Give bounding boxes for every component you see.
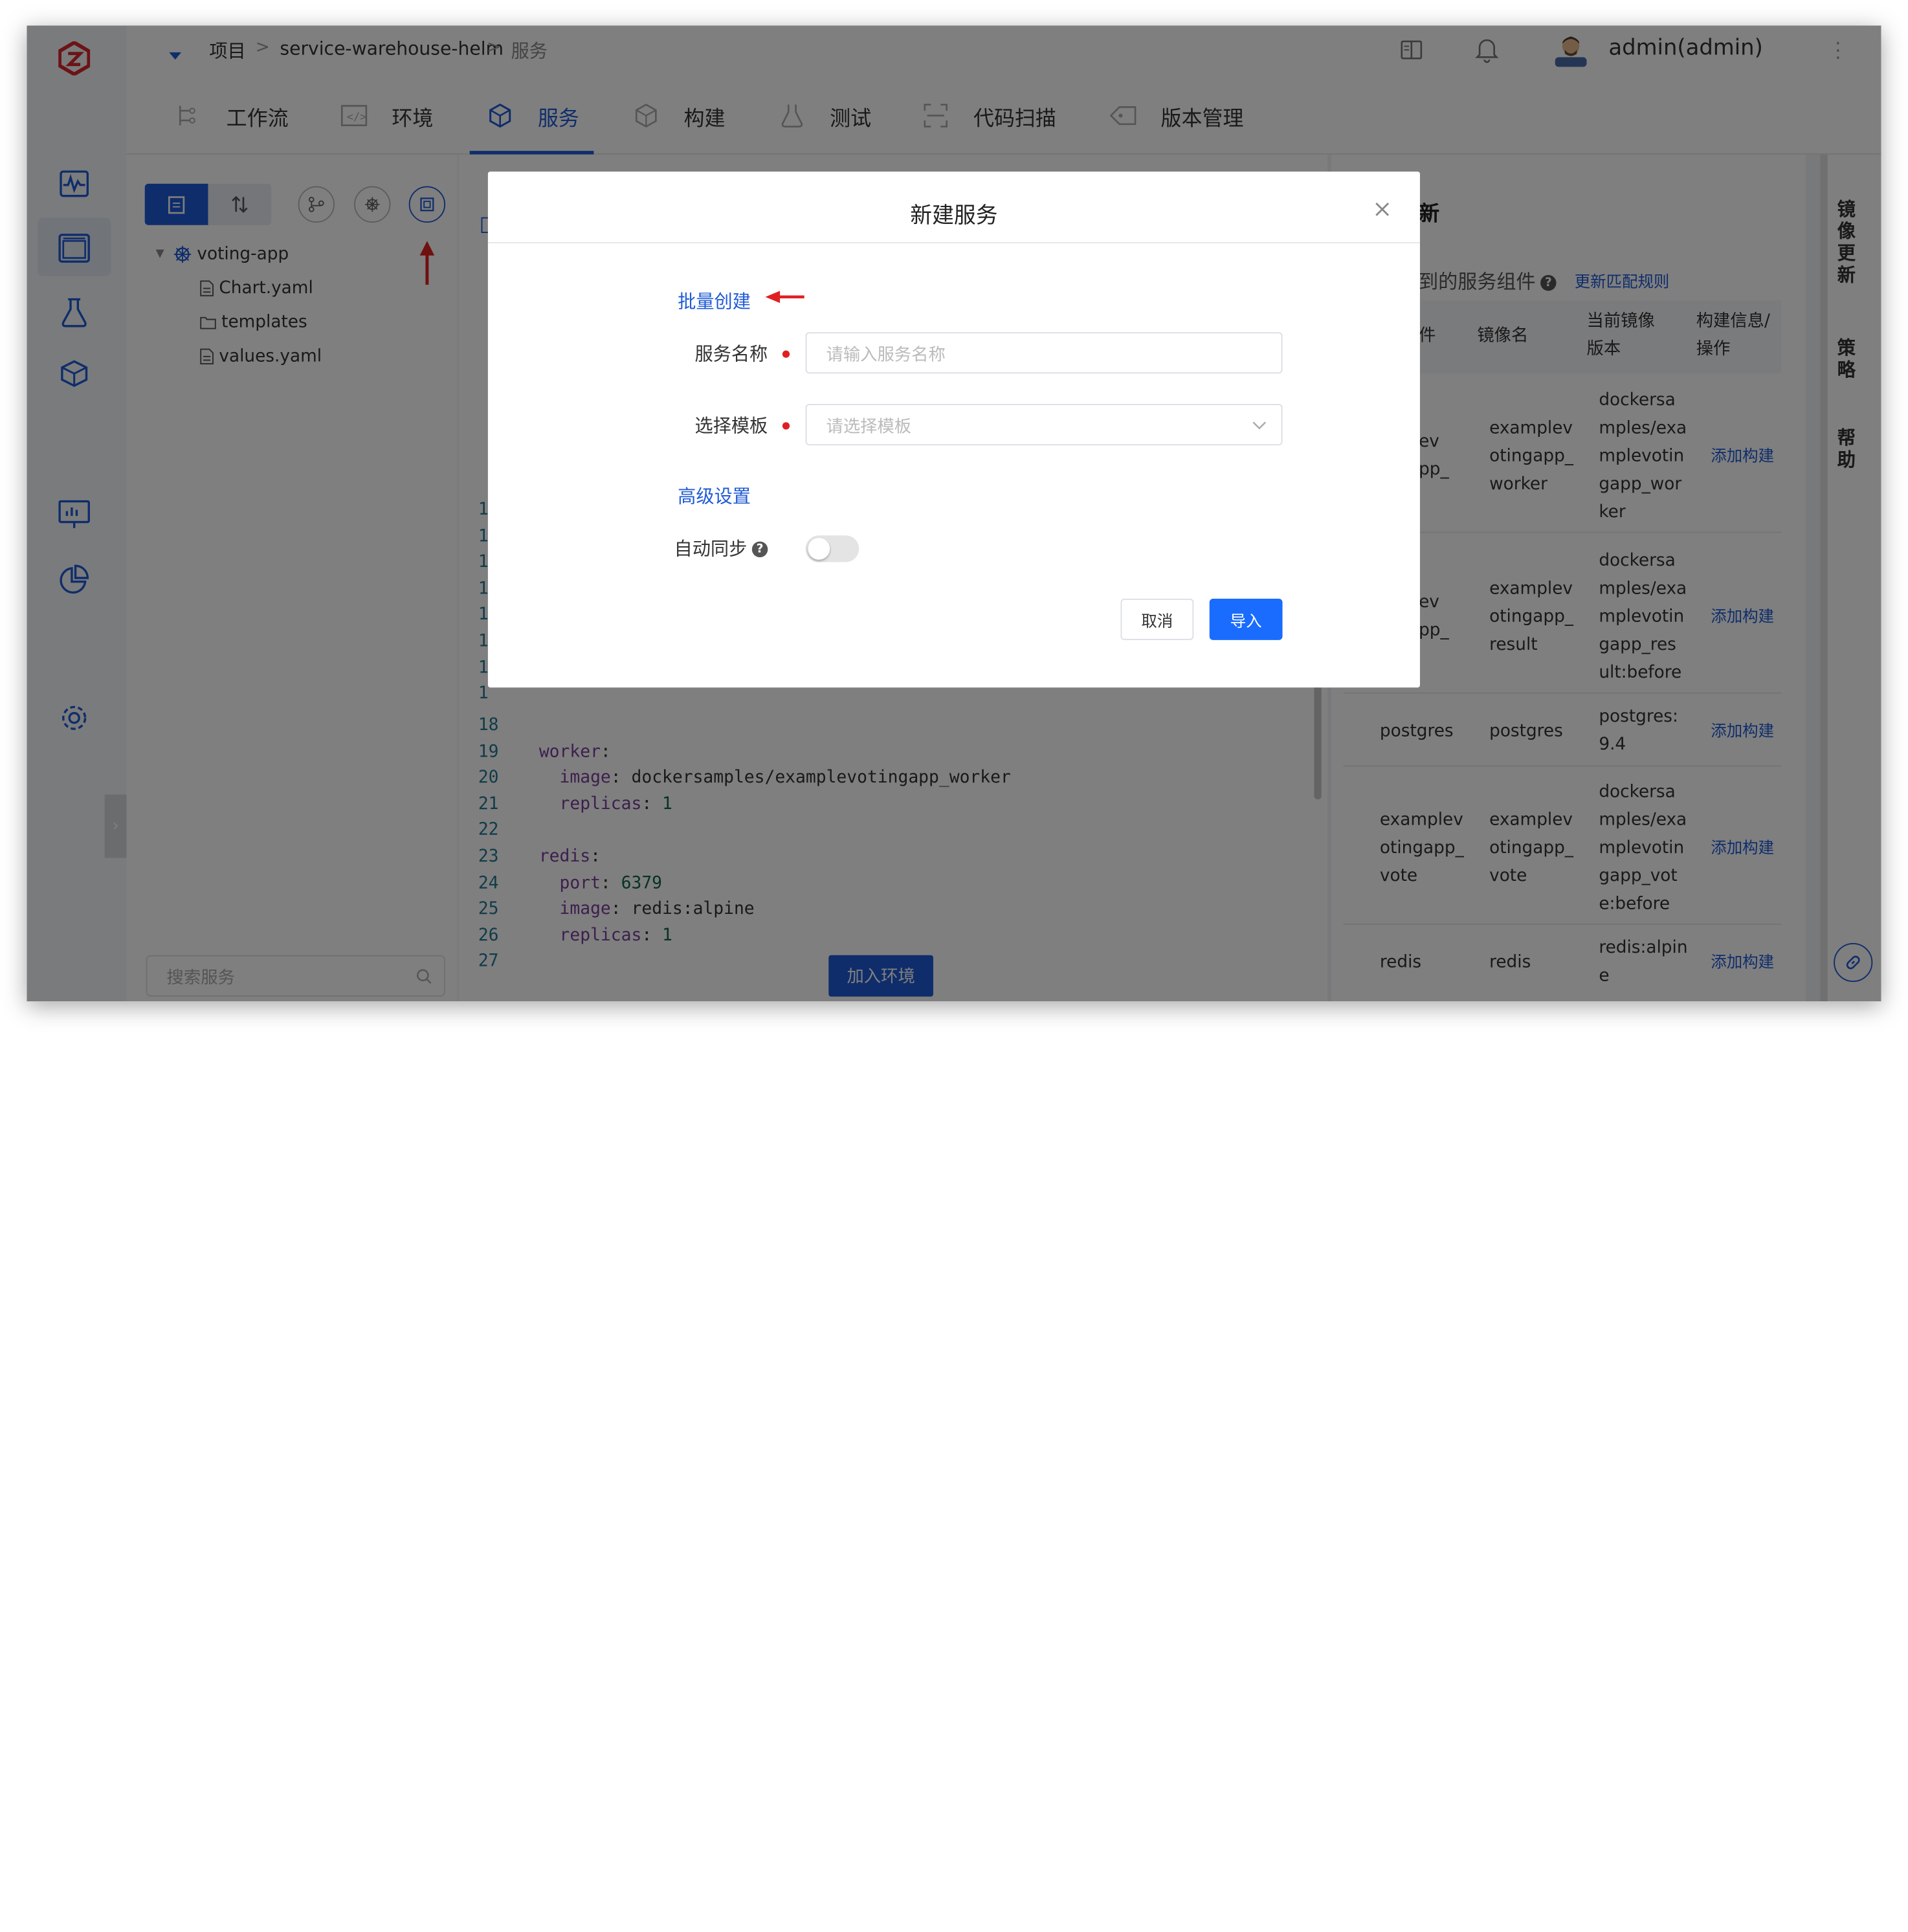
dialog-divider	[487, 242, 1420, 243]
toggle-knob	[808, 537, 830, 560]
template-label: 选择模板	[694, 415, 768, 437]
service-name-label: 服务名称	[694, 343, 768, 365]
annotation-arrow-left-icon	[765, 291, 804, 304]
help-question-icon[interactable]: ?	[751, 541, 768, 558]
template-select[interactable]: 请选择模板	[805, 404, 1283, 446]
auto-sync-toggle[interactable]	[805, 535, 860, 562]
app-window: › 项目 > service-warehouse-helm > 服务 admin…	[27, 25, 1881, 1002]
new-service-dialog: 新建服务 批量创建 服务名称 请输入服务名称 选择模板 请选择模板 高级设置 自…	[487, 172, 1420, 688]
batch-create-link[interactable]: 批量创建	[678, 289, 751, 314]
service-name-input[interactable]: 请输入服务名称	[805, 332, 1283, 374]
auto-sync-label: 自动同步?	[634, 535, 768, 561]
close-icon[interactable]	[1369, 196, 1395, 223]
advanced-settings-link[interactable]: 高级设置	[678, 483, 751, 508]
dialog-title: 新建服务	[910, 203, 998, 229]
required-mark	[782, 350, 790, 358]
required-mark	[782, 422, 790, 430]
chevron-down-icon	[1252, 421, 1267, 430]
import-button[interactable]: 导入	[1209, 598, 1283, 640]
cancel-button[interactable]: 取消	[1120, 598, 1194, 640]
